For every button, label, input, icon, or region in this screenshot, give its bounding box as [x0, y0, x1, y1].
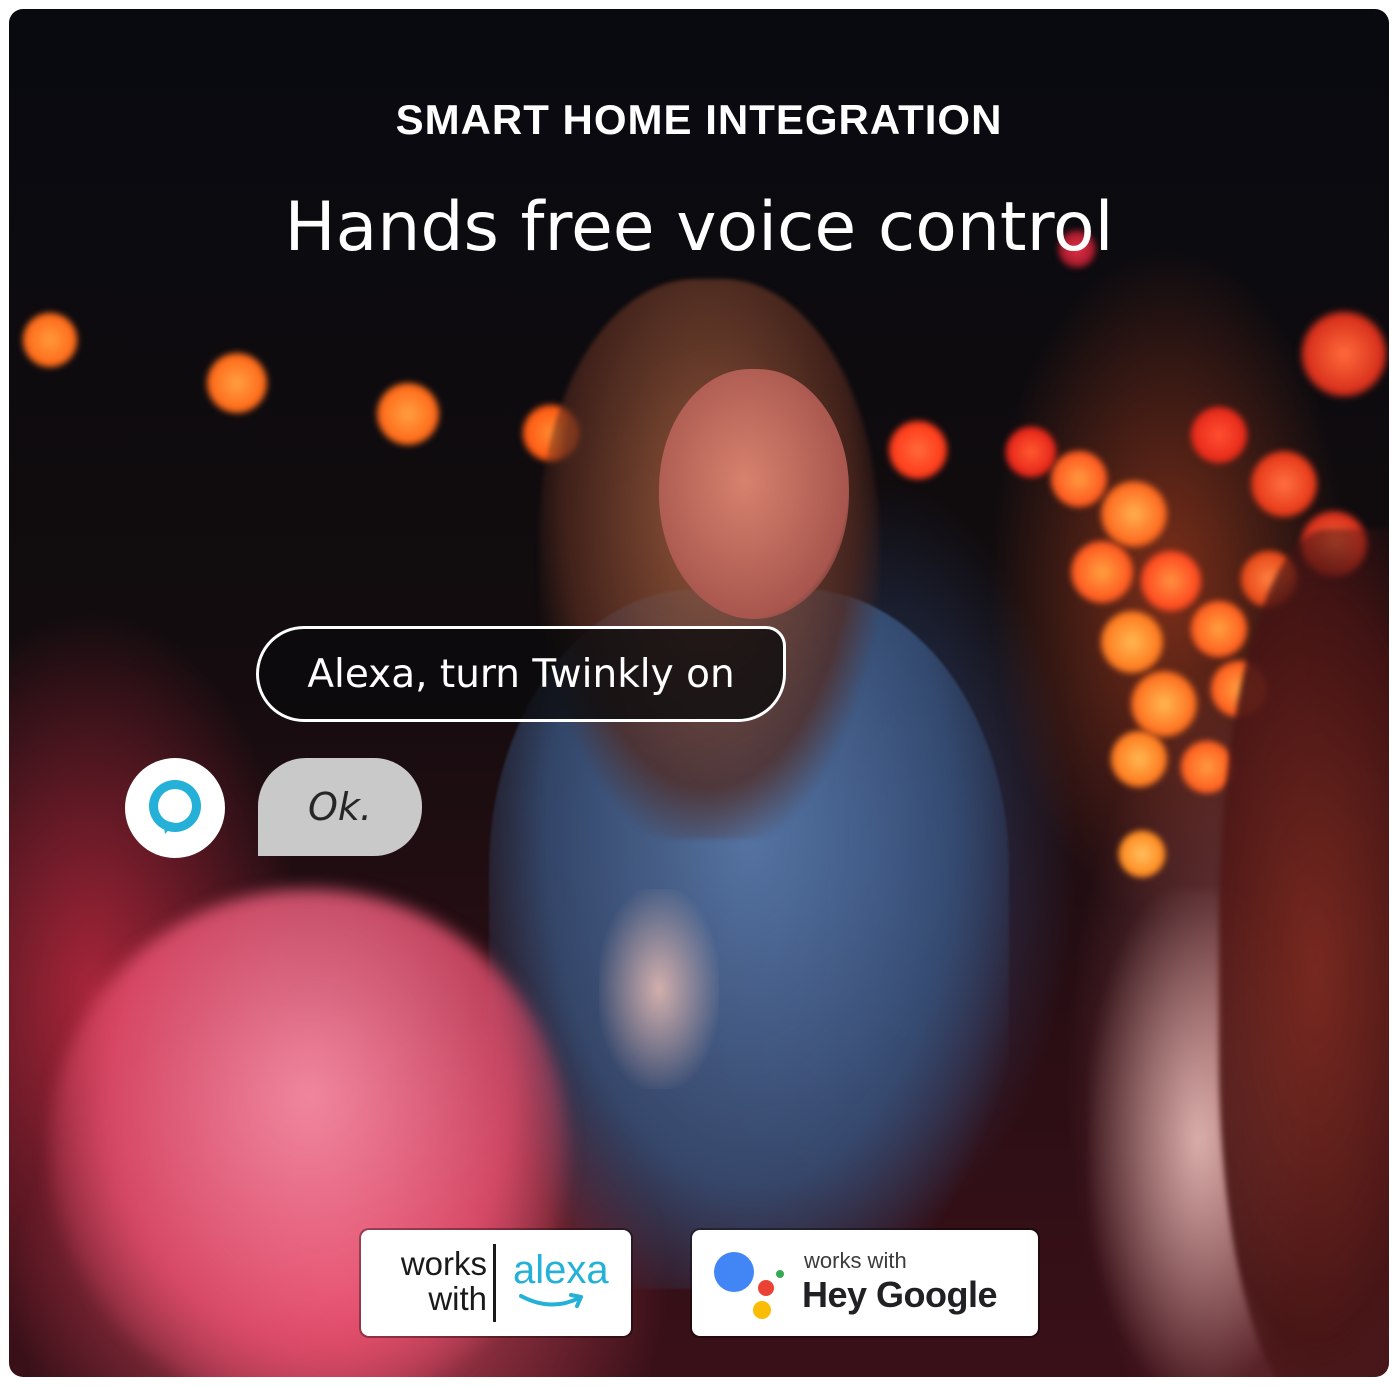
bokeh-light	[887, 419, 949, 481]
bokeh-light	[1189, 599, 1249, 659]
badge-divider	[493, 1244, 496, 1322]
assistant-speech-bubble: Ok.	[258, 758, 422, 856]
bokeh-light	[1049, 449, 1109, 509]
foreground-hair	[1219, 529, 1389, 1377]
bokeh-light	[375, 381, 441, 447]
section-eyebrow: SMART HOME INTEGRATION	[395, 96, 1003, 143]
user-speech-bubble: Alexa, turn Twinkly on	[256, 626, 786, 722]
bokeh-light	[1117, 829, 1167, 879]
bokeh-light	[1099, 479, 1169, 549]
bokeh-light	[1109, 729, 1169, 789]
person-face	[659, 369, 849, 619]
bokeh-light	[1299, 309, 1389, 399]
page-title: Hands free voice control	[284, 188, 1114, 267]
bokeh-light	[1139, 549, 1203, 613]
amazon-smile-icon	[519, 1293, 583, 1308]
bokeh-light	[205, 351, 269, 415]
works-with-hey-google-badge: works with Hey Google	[692, 1230, 1038, 1336]
bokeh-light	[1069, 539, 1135, 605]
person-shirt	[599, 889, 719, 1089]
works-with-label: works with	[804, 1248, 907, 1273]
bokeh-light	[1099, 609, 1165, 675]
works-with-alexa-badge: works with alexa	[361, 1230, 631, 1336]
user-message-text: Alexa, turn Twinkly on	[307, 651, 735, 697]
alexa-ring-icon	[125, 758, 225, 858]
hey-google-logo-text: Hey Google	[802, 1274, 998, 1315]
alexa-logo-text: alexa	[513, 1248, 609, 1292]
bokeh-light	[1189, 405, 1249, 465]
alexa-ring-icon-graphic	[149, 780, 201, 834]
google-assistant-icon	[714, 1252, 784, 1319]
bokeh-light	[21, 311, 79, 369]
works-with-label: works with	[400, 1245, 487, 1317]
bokeh-light	[1249, 449, 1319, 519]
assistant-reply-text: Ok.	[308, 785, 372, 829]
